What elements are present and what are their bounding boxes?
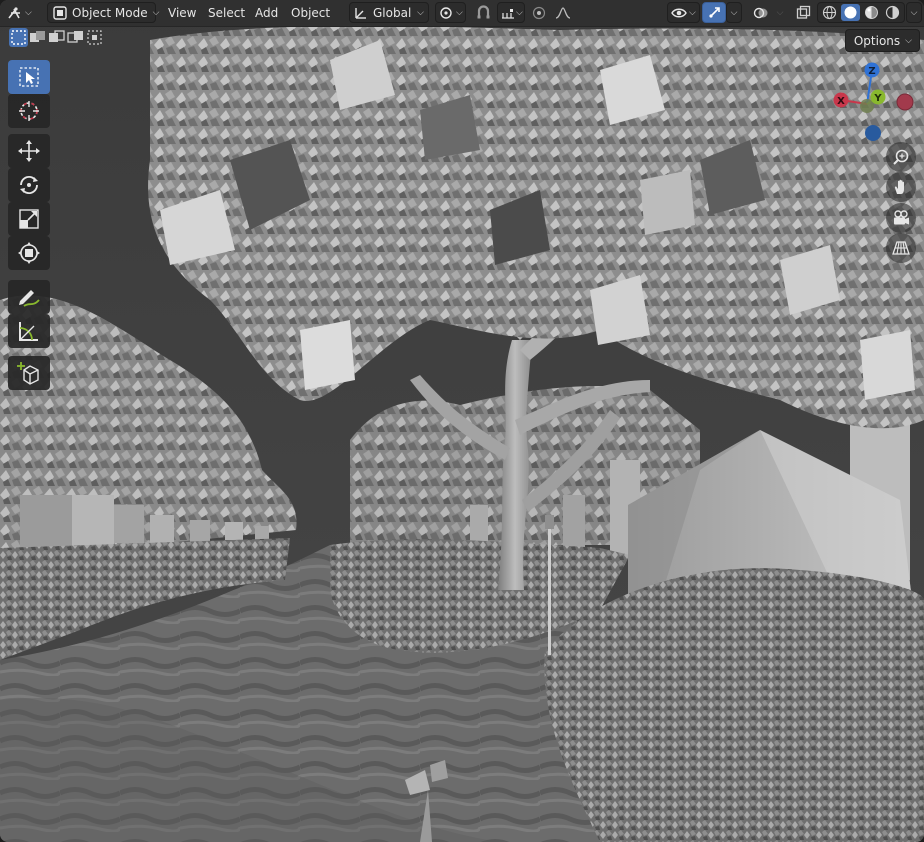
chevron-down-icon: ⌵ <box>25 7 32 18</box>
measure-icon <box>17 319 41 343</box>
gizmo-y-label: Y <box>873 93 882 104</box>
snap-target-dropdown[interactable]: ⌵ <box>497 2 525 23</box>
tool-measure[interactable] <box>8 314 50 348</box>
grid-perspective-icon <box>892 239 910 257</box>
overlays-dropdown[interactable]: ⌵ <box>773 2 787 23</box>
object-mode-label: Object Mode <box>72 5 148 20</box>
rendered-shading-icon[interactable] <box>883 4 902 21</box>
snap-toggle[interactable] <box>472 2 494 23</box>
object-mode-dropdown[interactable]: Object Mode ⌵ <box>47 2 159 23</box>
chevron-down-icon: ⌵ <box>456 7 463 18</box>
chevron-down-icon: ⌵ <box>516 7 523 18</box>
xray-toggle[interactable] <box>792 2 814 23</box>
proportional-edit-toggle[interactable] <box>529 2 549 23</box>
visibility-dropdown[interactable]: ⌵ <box>667 2 700 23</box>
pivot-icon <box>439 6 454 20</box>
gizmo-dropdown[interactable]: ⌵ <box>726 2 742 23</box>
material-shading-icon[interactable] <box>862 4 881 21</box>
tool-select-box[interactable] <box>8 60 50 94</box>
transform-orientation-dropdown[interactable]: Global ⌵ <box>349 2 429 23</box>
transform-orientation-icon <box>354 6 368 20</box>
chevron-down-icon: ⌵ <box>689 7 696 18</box>
menu-view[interactable]: View <box>162 2 202 23</box>
zoom-icon <box>892 148 910 166</box>
move-icon <box>17 139 41 163</box>
tool-transform[interactable] <box>8 236 50 270</box>
proportional-falloff-dropdown[interactable] <box>551 2 575 23</box>
select-mode-intersect[interactable] <box>85 28 104 47</box>
gizmo-z-label: Z <box>868 66 875 77</box>
add-cube-icon <box>16 360 42 386</box>
select-mode-invert[interactable] <box>66 28 85 47</box>
select-box-icon <box>18 66 40 88</box>
pivot-point-dropdown[interactable]: ⌵ <box>435 2 466 23</box>
select-mode-subtract[interactable] <box>47 28 66 47</box>
gizmo-toggle[interactable] <box>702 2 726 23</box>
solid-shading-icon[interactable] <box>841 4 860 21</box>
wireframe-shading-icon[interactable] <box>820 4 839 21</box>
menu-object[interactable]: Object <box>285 2 336 23</box>
viewport-scene[interactable] <box>0 0 924 842</box>
gizmo-toggle-icon <box>707 5 722 20</box>
gizmo-neg-x[interactable] <box>896 93 914 111</box>
object-mode-icon <box>53 5 67 20</box>
shading-mode-group <box>817 2 905 23</box>
overlays-toggle[interactable] <box>749 2 773 23</box>
tool-settings-row: Options ⌵ <box>0 27 924 52</box>
viewport-header: ⌵ Object Mode ⌵ View Select Add Object G… <box>0 0 924 27</box>
options-label: Options <box>853 33 901 48</box>
tool-cursor[interactable] <box>8 94 50 128</box>
editor-type-icon <box>7 5 25 21</box>
chevron-down-icon: ⌵ <box>910 7 918 18</box>
chevron-down-icon: ⌵ <box>152 7 160 18</box>
menu-select[interactable]: Select <box>202 2 251 23</box>
options-dropdown[interactable]: Options ⌵ <box>844 29 920 52</box>
chevron-down-icon: ⌵ <box>417 7 424 18</box>
scale-icon <box>17 207 41 231</box>
tool-annotate[interactable] <box>8 280 50 314</box>
editor-type-selector[interactable]: ⌵ <box>4 2 40 23</box>
annotate-icon <box>16 285 42 309</box>
transform-orientation-label: Global <box>373 5 412 20</box>
snap-icon <box>476 5 491 20</box>
zoom-button[interactable] <box>886 142 916 172</box>
tool-scale[interactable] <box>8 202 50 236</box>
3d-viewport[interactable]: ⌵ Object Mode ⌵ View Select Add Object G… <box>0 0 924 842</box>
chevron-down-icon: ⌵ <box>776 7 784 18</box>
chevron-down-icon: ⌵ <box>905 35 912 46</box>
navigation-gizmo[interactable]: Z X Y <box>828 60 922 150</box>
visibility-icon <box>671 6 687 20</box>
falloff-icon <box>555 6 571 20</box>
gizmo-neg-z[interactable] <box>865 125 881 141</box>
camera-icon <box>892 209 910 227</box>
xray-icon <box>796 5 811 20</box>
perspective-toggle-button[interactable] <box>886 233 916 263</box>
tool-rotate[interactable] <box>8 168 50 202</box>
chevron-down-icon: ⌵ <box>730 7 738 18</box>
select-mode-extend[interactable] <box>28 28 47 47</box>
menu-add[interactable]: Add <box>249 2 284 23</box>
tool-add-cube[interactable] <box>8 356 50 390</box>
gizmo-x-label: X <box>837 96 845 107</box>
shading-dropdown[interactable]: ⌵ <box>906 2 922 23</box>
overlays-icon <box>753 5 769 21</box>
cursor-icon <box>17 99 41 123</box>
camera-view-button[interactable] <box>886 203 916 233</box>
pan-button[interactable] <box>886 172 916 202</box>
snap-increment-icon <box>501 6 515 20</box>
select-mode-set[interactable] <box>9 28 28 47</box>
transform-icon <box>17 241 41 265</box>
rotate-icon <box>17 173 41 197</box>
hand-pan-icon <box>892 178 910 196</box>
proportional-edit-icon <box>532 6 546 20</box>
tool-move[interactable] <box>8 134 50 168</box>
